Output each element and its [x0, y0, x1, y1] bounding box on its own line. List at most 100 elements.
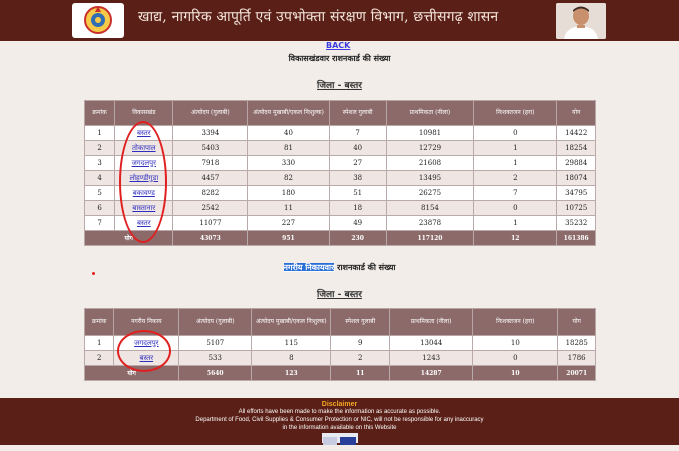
block-ration-table: क्रमांक विकासखंड अंत्योदय (गुलाबी) अंत्य… — [83, 100, 596, 246]
table-cell: 23878 — [385, 215, 475, 231]
table-cell: लोहण्डीगुडा — [114, 170, 174, 186]
total-cell: 11 — [330, 365, 391, 381]
area-link[interactable]: बास्तानार — [132, 204, 155, 212]
table-row: 3 जगदलपुर 7918 330 27 21608 1 29884 — [83, 155, 596, 171]
area-link[interactable]: बस्तर — [140, 354, 154, 362]
table-cell: 40 — [247, 125, 330, 141]
urban-heading-rest: राशनकार्ड की संख्या — [334, 263, 396, 272]
area-link[interactable]: जगदलपुर — [134, 339, 158, 347]
col-header-special: स्पेशल गुलाबी — [330, 308, 391, 336]
table-cell: 82 — [247, 170, 330, 186]
table-cell: 533 — [178, 350, 253, 366]
disclaimer-line-2: Department of Food, Civil Supplies & Con… — [195, 417, 484, 423]
table-cell: 11 — [247, 200, 330, 216]
footer: Disclaimer All efforts have been made to… — [0, 398, 679, 445]
table-cell: 21608 — [385, 155, 475, 171]
table-cell: बस्तर — [113, 350, 180, 366]
table-cell: 1243 — [389, 350, 474, 366]
table-cell: 11077 — [172, 215, 249, 231]
area-link[interactable]: बस्तर — [137, 219, 151, 227]
col-header-serial: क्रमांक — [83, 308, 115, 336]
col-header-disabled: निःशक्तजन (हरा) — [472, 308, 559, 336]
table-cell: 1786 — [557, 350, 596, 366]
table-cell: 7 — [328, 125, 387, 141]
table-cell: 115 — [251, 335, 332, 351]
table-cell: बास्तानार — [114, 200, 174, 216]
table-row: 4 लोहण्डीगुडा 4457 82 38 13495 2 18074 — [83, 170, 596, 186]
table-cell: 330 — [247, 155, 330, 171]
table-cell: 2542 — [172, 200, 249, 216]
table-cell: बकावण्ड — [114, 185, 174, 201]
table-cell: 1 — [473, 140, 558, 156]
area-link[interactable]: जगदलपुर — [132, 159, 156, 167]
table-cell: 10981 — [385, 125, 475, 141]
table-cell: 27 — [328, 155, 387, 171]
table-cell: 5403 — [172, 140, 249, 156]
urban-body-link[interactable]: नगरीय निकायवार — [283, 263, 335, 272]
table-row: 2 तोकापाल 5403 81 40 12729 1 18254 — [83, 140, 596, 156]
area-link[interactable]: तोकापाल — [132, 144, 156, 152]
table-cell: 4 — [83, 170, 116, 186]
red-dot-mark — [92, 272, 95, 275]
table-cell: 8 — [251, 350, 332, 366]
table-cell: 4457 — [172, 170, 249, 186]
table-cell: 9 — [330, 335, 391, 351]
col-header-urban-body: नगरीय निकाय — [113, 308, 180, 336]
table-cell: 227 — [247, 215, 330, 231]
table-cell: जगदलपुर — [114, 155, 174, 171]
state-emblem-icon — [72, 3, 124, 38]
total-cell: 161386 — [556, 230, 596, 246]
department-title: खाद्य, नागरिक आपूर्ति एवं उपभोक्ता संरक्… — [138, 9, 499, 25]
table-cell: 8282 — [172, 185, 249, 201]
table-cell: 81 — [247, 140, 330, 156]
area-link[interactable]: बस्तर — [137, 129, 151, 137]
col-header-special: स्पेशल गुलाबी — [328, 100, 387, 126]
total-row: योग 43073 951 230 117120 12 161386 — [83, 230, 596, 246]
minister-portrait — [556, 3, 606, 39]
total-cell: 14287 — [389, 365, 474, 381]
table-cell: 14422 — [556, 125, 596, 141]
table-cell: 26275 — [385, 185, 475, 201]
total-cell: 12 — [473, 230, 558, 246]
col-header-block: विकासखंड — [114, 100, 174, 126]
col-header-priority: प्राथमिकता (नीला) — [385, 100, 475, 126]
total-cell: 5640 — [178, 365, 253, 381]
district-label-2: जिला - बस्तर — [317, 290, 362, 300]
table-cell: 1 — [83, 125, 116, 141]
back-link[interactable]: BACK — [326, 41, 350, 50]
table-cell: 8154 — [385, 200, 475, 216]
urban-ration-table: क्रमांक नगरीय निकाय अंत्योदय (गुलाबी) अं… — [83, 308, 596, 381]
total-label: योग — [83, 230, 174, 246]
table-cell: 34795 — [556, 185, 596, 201]
urban-heading: नगरीय निकायवार राशनकार्ड की संख्या — [0, 262, 679, 273]
table-cell: 18285 — [557, 335, 596, 351]
col-header-antyodaya-single: अंत्योदय मुखाबी/एकल निःशुल्क) — [251, 308, 332, 336]
col-header-antyodaya-single: अंत्योदय मुखाबी/एकल निःशुल्क) — [247, 100, 330, 126]
table-cell: जगदलपुर — [113, 335, 180, 351]
col-header-serial: क्रमांक — [83, 100, 116, 126]
area-link[interactable]: बकावण्ड — [133, 189, 155, 197]
table-cell: 18254 — [556, 140, 596, 156]
table-cell: 3394 — [172, 125, 249, 141]
table-cell: 5 — [83, 185, 116, 201]
table-cell: बस्तर — [114, 125, 174, 141]
table-cell: 2 — [83, 140, 116, 156]
area-link[interactable]: लोहण्डीगुडा — [129, 174, 158, 182]
total-label: योग — [83, 365, 180, 381]
table-cell: 3 — [83, 155, 116, 171]
table-cell: 2 — [330, 350, 391, 366]
table-row: 7 बस्तर 11077 227 49 23878 1 35232 — [83, 215, 596, 231]
table-cell: 13044 — [389, 335, 474, 351]
page-title: विकासखंडवार राशनकार्ड की संख्या — [288, 54, 391, 63]
table-row: 6 बास्तानार 2542 11 18 8154 0 10725 — [83, 200, 596, 216]
district-label-1: जिला - बस्तर — [317, 81, 362, 91]
table-cell: 0 — [472, 350, 559, 366]
total-cell: 43073 — [172, 230, 249, 246]
table-cell: 18074 — [556, 170, 596, 186]
table-row: 5 बकावण्ड 8282 180 51 26275 7 34795 — [83, 185, 596, 201]
total-cell: 20071 — [557, 365, 596, 381]
table-cell: 0 — [473, 200, 558, 216]
col-header-antyodaya: अंत्योदय (गुलाबी) — [178, 308, 253, 336]
table-cell: 0 — [473, 125, 558, 141]
table-cell: 1 — [83, 335, 115, 351]
